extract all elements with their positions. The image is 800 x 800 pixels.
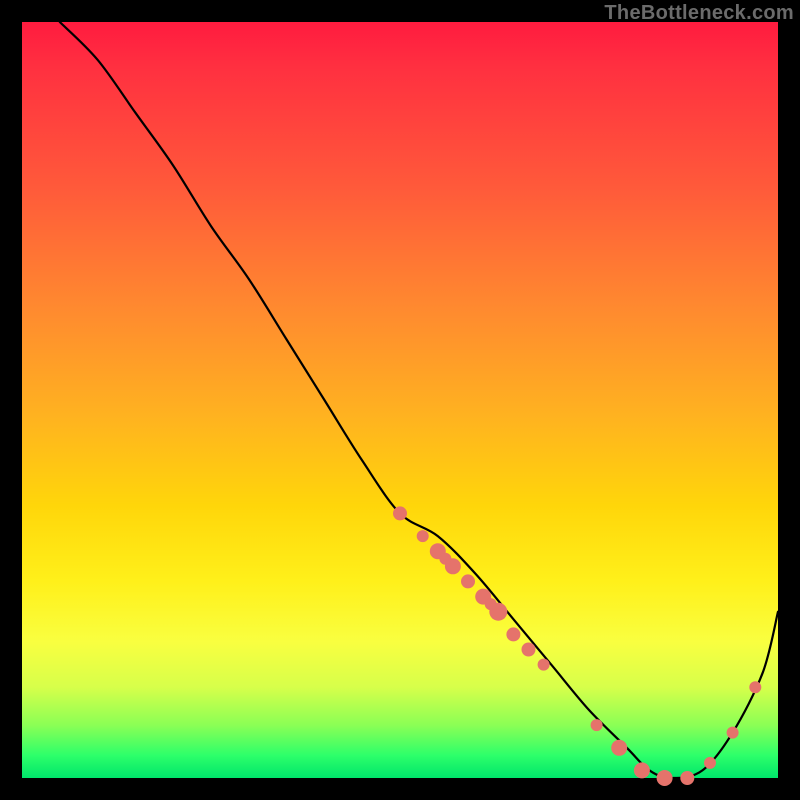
data-marker [461, 574, 475, 588]
marker-group [393, 506, 761, 786]
watermark-label: TheBottleneck.com [604, 2, 794, 25]
data-marker [506, 627, 520, 641]
data-marker [704, 757, 716, 769]
data-marker [522, 643, 536, 657]
data-marker [727, 727, 739, 739]
data-marker [538, 659, 550, 671]
bottleneck-curve [60, 22, 778, 778]
data-marker [393, 506, 407, 520]
data-marker [657, 770, 673, 786]
data-marker [591, 719, 603, 731]
data-marker [634, 762, 650, 778]
data-marker [439, 553, 451, 565]
chart-svg [22, 22, 778, 778]
chart-frame [22, 22, 778, 778]
data-marker [749, 681, 761, 693]
data-marker [680, 771, 694, 785]
data-marker [611, 740, 627, 756]
data-marker [485, 598, 497, 610]
data-marker [417, 530, 429, 542]
